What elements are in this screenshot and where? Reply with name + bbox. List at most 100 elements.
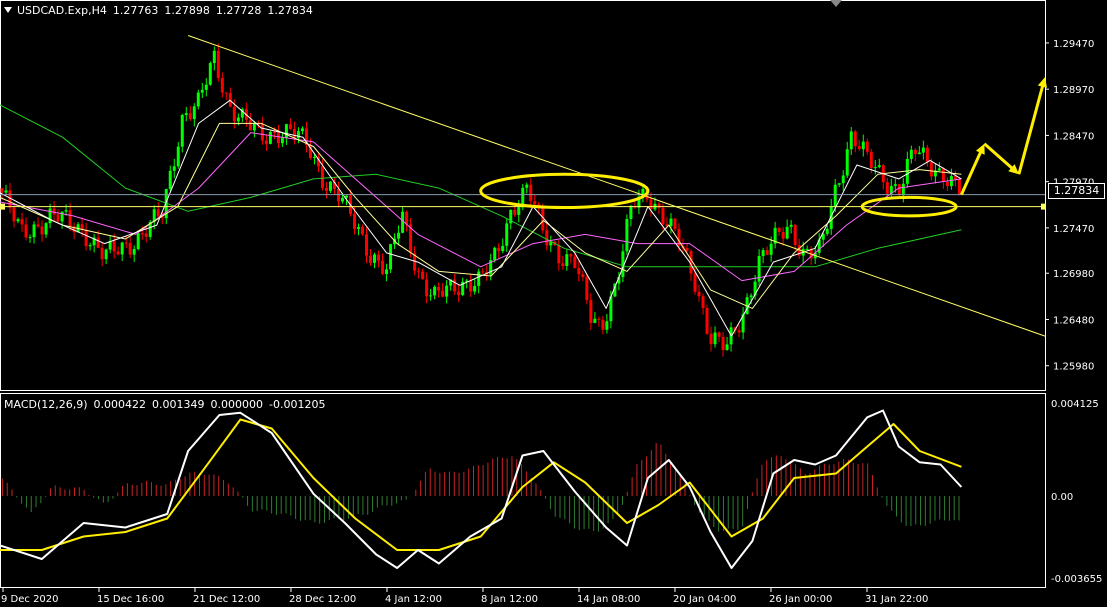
- candle-body: [405, 211, 409, 225]
- candle-body: [929, 162, 933, 177]
- candle-body: [573, 256, 577, 269]
- candle-body: [320, 166, 324, 188]
- dropdown-triangle-icon[interactable]: [4, 7, 12, 13]
- candle-body: [913, 149, 917, 155]
- candle-body: [877, 165, 881, 168]
- candle-body: [96, 237, 100, 248]
- candle-body: [312, 156, 316, 159]
- candle-body: [425, 279, 429, 297]
- candle-body: [869, 151, 873, 168]
- candle-body: [569, 254, 573, 257]
- candle-body: [361, 227, 365, 235]
- candle-body: [761, 250, 765, 257]
- projection-arrow-shaft: [1017, 85, 1045, 175]
- candle-body: [216, 50, 220, 78]
- candle-body: [32, 224, 36, 238]
- time-tick-label: 8 Jan 12:00: [481, 594, 538, 605]
- chart-canvas[interactable]: 1.294701.289701.284701.279701.274701.269…: [0, 0, 1107, 607]
- candle-body: [597, 318, 601, 320]
- candle-body: [897, 184, 901, 196]
- candle-body: [501, 245, 505, 252]
- candle-body: [389, 244, 393, 270]
- candle-body: [68, 210, 72, 227]
- candle-body: [909, 149, 913, 159]
- candle-body: [124, 242, 128, 244]
- candle-body: [28, 237, 32, 239]
- candle-body: [365, 234, 369, 256]
- candle-body: [421, 271, 425, 280]
- candle-body: [589, 300, 593, 323]
- candle-body: [272, 132, 276, 134]
- current-price-tag: 1.27834: [1048, 183, 1105, 199]
- candle-body: [585, 277, 589, 301]
- candle-body: [709, 333, 713, 345]
- candle-body: [725, 344, 729, 351]
- macd-pane[interactable]: 0.004125 0.00 -0.003655: [0, 393, 1102, 588]
- candle-body: [469, 280, 473, 292]
- price-tick-label: 1.28970: [1053, 85, 1094, 96]
- candle-body: [228, 93, 232, 107]
- candle-body: [56, 214, 60, 222]
- candle-body: [208, 63, 212, 85]
- candle-body: [529, 184, 533, 202]
- candle-body: [116, 251, 120, 255]
- candle-body: [885, 182, 889, 194]
- candle-body: [785, 226, 789, 239]
- candle-body: [248, 119, 252, 131]
- macd-tick-label: 0.00: [1051, 492, 1073, 503]
- macd-value-4: -0.001205: [269, 398, 326, 411]
- candle-body: [921, 147, 925, 153]
- candle-body: [353, 213, 357, 229]
- price-pane[interactable]: 1.294701.289701.284701.279701.274701.269…: [0, 0, 1094, 391]
- candle-body: [837, 183, 841, 185]
- price-tick-label: 1.28470: [1053, 131, 1094, 142]
- ma-fast-line: [0, 99, 962, 337]
- hline-handle-right: [1041, 203, 1046, 210]
- macd-value-3: 0.000000: [210, 398, 264, 411]
- candle-body: [749, 295, 753, 298]
- ma-mid-line: [0, 122, 962, 309]
- candle-body: [433, 286, 437, 296]
- candle-body: [284, 124, 288, 138]
- candle-body: [765, 250, 769, 255]
- candle-body: [377, 254, 381, 261]
- shift-marker-icon: [830, 0, 842, 7]
- candle-body: [721, 336, 725, 351]
- candle-body: [220, 77, 224, 93]
- candle-body: [577, 268, 581, 275]
- candle-body: [853, 131, 857, 147]
- price-tick-label: 1.27470: [1053, 224, 1094, 235]
- candle-body: [533, 201, 537, 205]
- price-tick-label: 1.26980: [1053, 269, 1094, 280]
- candle-body: [336, 189, 340, 202]
- candle-body: [192, 106, 196, 120]
- candle-body: [557, 245, 561, 264]
- candle-body: [605, 321, 609, 330]
- candle-body: [649, 199, 653, 210]
- macd-tick-label: 0.004125: [1051, 399, 1099, 410]
- candle-body: [701, 296, 705, 309]
- macd-line: [0, 409, 963, 569]
- candle-body: [629, 206, 633, 220]
- candle-body: [625, 219, 629, 252]
- candle-body: [144, 233, 148, 237]
- candle-body: [581, 274, 585, 278]
- ma-long-line: [0, 104, 962, 268]
- time-axis: 9 Dec 2020 15 Dec 16:00 21 Dec 12:00 28 Dec…: [1, 588, 928, 605]
- candle-body: [176, 146, 180, 167]
- candle-body: [657, 203, 661, 208]
- candle-body: [140, 233, 144, 235]
- candle-body: [945, 181, 949, 187]
- candle-body: [385, 269, 389, 275]
- time-tick-label: 9 Dec 2020: [1, 594, 59, 605]
- candle-body: [292, 128, 296, 138]
- candle-body: [685, 247, 689, 252]
- candle-body: [324, 187, 328, 191]
- candle-body: [48, 208, 52, 224]
- candle-body: [713, 332, 717, 345]
- candle-body: [437, 286, 441, 291]
- time-tick-label: 20 Jan 04:00: [673, 594, 736, 605]
- candle-body: [136, 233, 140, 250]
- time-tick-label: 15 Dec 16:00: [97, 594, 164, 605]
- candle-body: [340, 197, 344, 202]
